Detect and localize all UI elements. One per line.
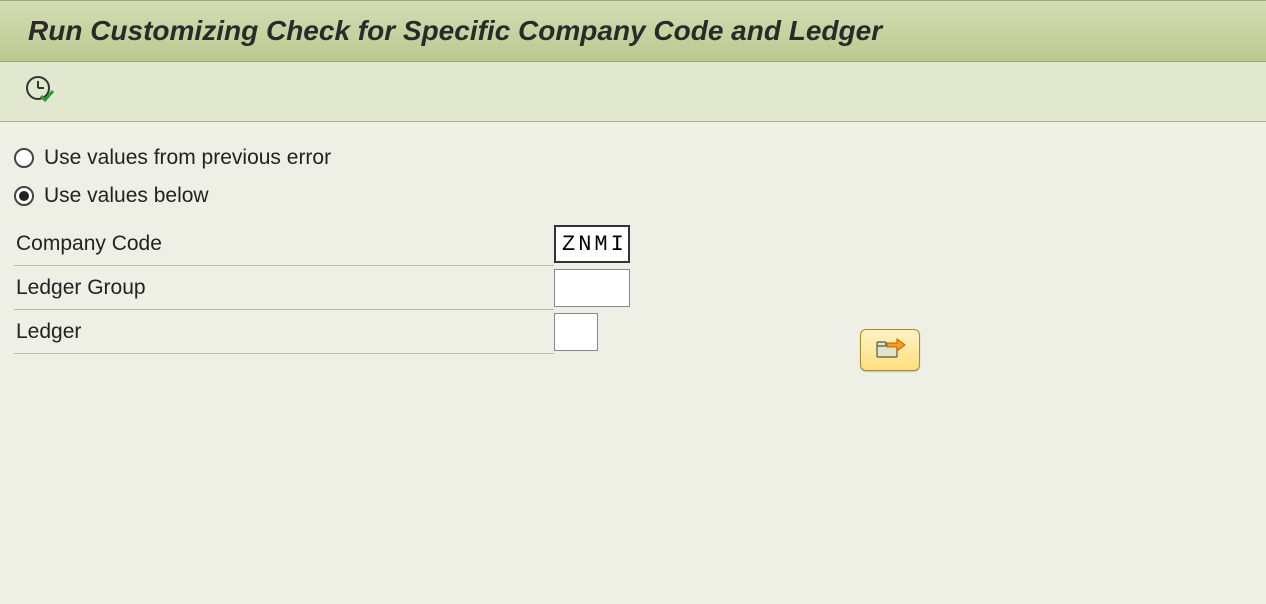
radio-option-previous-error[interactable]: Use values from previous error: [14, 146, 1252, 170]
company-code-input[interactable]: [554, 225, 630, 263]
ledger-group-label: Ledger Group: [14, 266, 554, 310]
folder-arrow-icon: [873, 335, 907, 366]
ledger-group-input[interactable]: [554, 269, 630, 307]
radio-icon: [14, 186, 34, 206]
title-bar: Run Customizing Check for Specific Compa…: [0, 0, 1266, 62]
company-code-label: Company Code: [14, 222, 554, 266]
ledger-label: Ledger: [14, 310, 554, 354]
field-row-ledger-group: Ledger Group: [14, 266, 1252, 310]
radio-option-values-below[interactable]: Use values below: [14, 184, 1252, 208]
clock-check-icon: [24, 74, 54, 109]
field-row-company-code: Company Code: [14, 222, 1252, 266]
field-row-ledger: Ledger: [14, 310, 1252, 354]
toolbar: [0, 62, 1266, 122]
radio-label: Use values from previous error: [44, 146, 331, 170]
multiple-selection-button[interactable]: [860, 329, 920, 371]
radio-dot-icon: [19, 191, 29, 201]
execute-button[interactable]: [24, 77, 54, 107]
ledger-input[interactable]: [554, 313, 598, 351]
radio-icon: [14, 148, 34, 168]
content-area: Use values from previous error Use value…: [0, 122, 1266, 378]
page-title: Run Customizing Check for Specific Compa…: [28, 15, 1238, 47]
radio-label: Use values below: [44, 184, 209, 208]
